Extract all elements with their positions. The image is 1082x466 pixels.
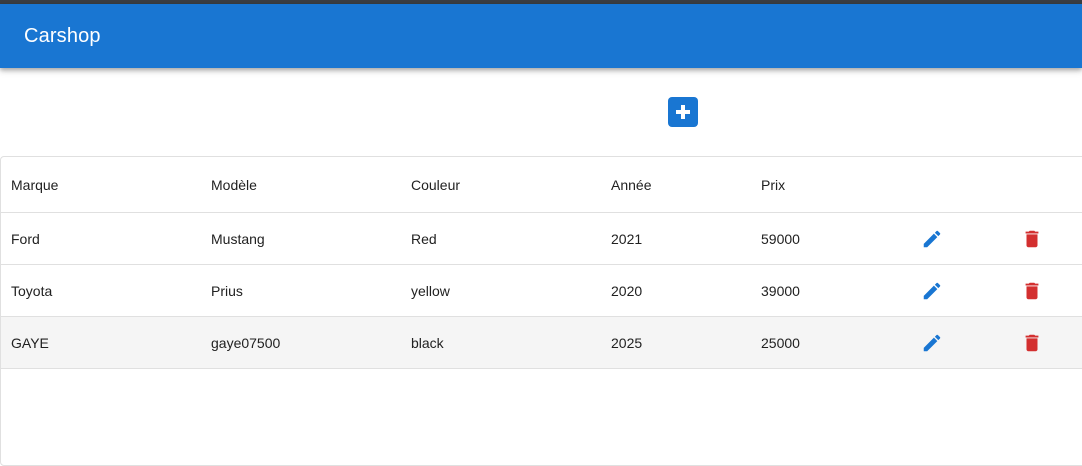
column-header-price[interactable]: Prix <box>761 157 785 212</box>
cell-price: 25000 <box>761 334 800 351</box>
cell-color: Red <box>411 230 437 247</box>
trash-icon <box>1021 228 1043 250</box>
add-icon <box>676 105 690 119</box>
column-header-year[interactable]: Année <box>611 157 651 212</box>
table-header-row: Marque Modèle Couleur Année Prix <box>1 157 1082 213</box>
cell-model: gaye07500 <box>211 334 281 351</box>
delete-button[interactable] <box>1021 317 1043 368</box>
cell-price: 59000 <box>761 230 800 247</box>
trash-icon <box>1021 280 1043 302</box>
cell-color: black <box>411 334 444 351</box>
table-row[interactable]: Ford Mustang Red 2021 59000 <box>1 213 1082 265</box>
app-title: Carshop <box>24 24 101 47</box>
trash-icon <box>1021 332 1043 354</box>
column-header-color[interactable]: Couleur <box>411 157 460 212</box>
pencil-icon <box>921 280 943 302</box>
app-bar: Carshop <box>0 4 1082 68</box>
cell-year: 2025 <box>611 334 643 351</box>
cell-model: Mustang <box>211 230 265 247</box>
cell-brand: Toyota <box>11 282 53 299</box>
cell-price: 39000 <box>761 282 800 299</box>
cell-year: 2020 <box>611 282 643 299</box>
column-header-model[interactable]: Modèle <box>211 157 257 212</box>
delete-button[interactable] <box>1021 213 1043 264</box>
edit-button[interactable] <box>921 265 943 316</box>
edit-button[interactable] <box>921 213 943 264</box>
add-car-button[interactable] <box>668 97 698 127</box>
cars-table: Marque Modèle Couleur Année Prix Ford Mu… <box>0 156 1082 466</box>
pencil-icon <box>921 332 943 354</box>
cell-brand: Ford <box>11 230 40 247</box>
cell-color: yellow <box>411 282 450 299</box>
column-header-brand[interactable]: Marque <box>11 157 58 212</box>
cell-brand: GAYE <box>11 334 49 351</box>
table-row[interactable]: Toyota Prius yellow 2020 39000 <box>1 265 1082 317</box>
pencil-icon <box>921 228 943 250</box>
table-row[interactable]: GAYE gaye07500 black 2025 25000 <box>1 317 1082 369</box>
delete-button[interactable] <box>1021 265 1043 316</box>
cell-year: 2021 <box>611 230 643 247</box>
cell-model: Prius <box>211 282 243 299</box>
edit-button[interactable] <box>921 317 943 368</box>
